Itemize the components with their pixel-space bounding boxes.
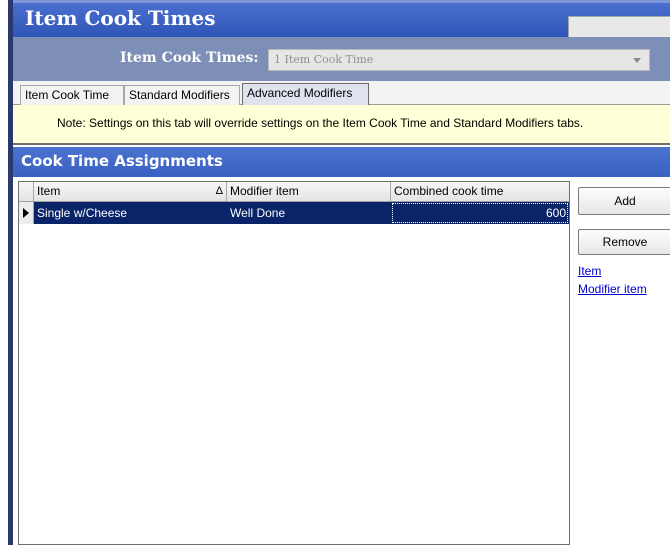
selector-label: Item Cook Times: [120,50,259,66]
app-window: Item Cook Times Item Cook Times: 1 Item … [0,0,670,545]
modifier-item-link[interactable]: Modifier item [578,282,647,296]
row-selector[interactable] [19,202,34,224]
row-selector-header [19,182,34,201]
tab-item-cook-time[interactable]: Item Cook Time [20,85,124,105]
sort-ascending-icon: Δ [215,185,223,197]
item-link[interactable]: Item [578,264,601,278]
tab-standard-modifiers[interactable]: Standard Modifiers [124,85,240,105]
remove-button[interactable]: Remove [578,229,670,255]
selector-row: Item Cook Times: 1 Item Cook Time [13,37,670,81]
cell-combined-cook-time[interactable]: 600 [391,202,569,224]
tab-advanced-modifiers[interactable]: Advanced Modifiers [242,83,369,105]
current-row-arrow-icon [23,208,29,218]
chevron-down-icon[interactable] [633,58,641,63]
window-title: Item Cook Times [25,6,216,30]
column-header-modifier-item[interactable]: Modifier item [227,182,391,201]
title-bar: Item Cook Times [13,0,670,38]
column-header-item-label: Item [37,184,61,198]
column-header-combined-cook-time[interactable]: Combined cook time [391,182,569,201]
column-header-item[interactable]: Item Δ [34,182,227,201]
cell-item[interactable]: Single w/Cheese [34,202,227,224]
item-cook-times-dropdown[interactable]: 1 Item Cook Time [268,49,650,71]
section-header: Cook Time Assignments [13,147,670,177]
title-bar-field [568,16,670,38]
cell-modifier-item[interactable]: Well Done [227,202,391,224]
note-banner: Note: Settings on this tab will override… [13,105,670,145]
grid-header: Item Δ Modifier item Combined cook time [19,182,569,202]
tab-strip: Item Cook Time Standard Modifiers Advanc… [13,81,670,105]
dropdown-value: 1 Item Cook Time [274,53,374,66]
section-title: Cook Time Assignments [21,152,223,170]
note-text: Note: Settings on this tab will override… [57,116,584,130]
cook-time-grid[interactable]: Item Δ Modifier item Combined cook time … [18,181,570,545]
table-row[interactable]: Single w/Cheese Well Done 600 [19,202,569,224]
add-button[interactable]: Add [578,187,670,215]
